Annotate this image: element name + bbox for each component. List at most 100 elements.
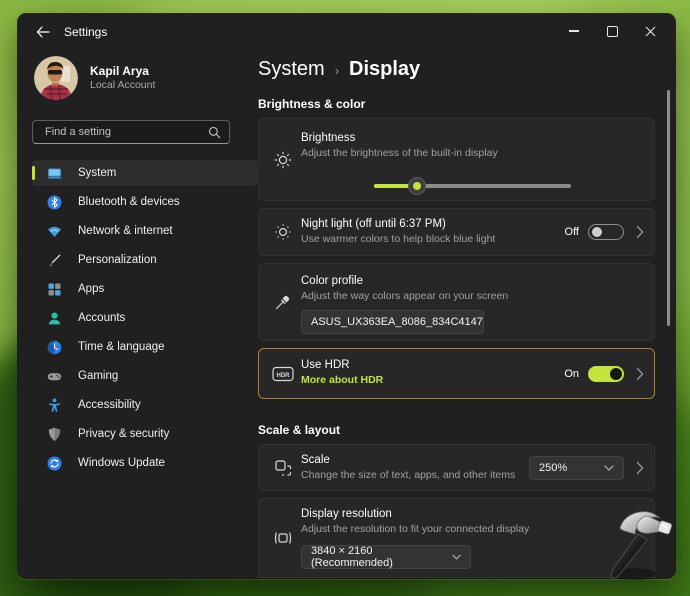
- hdr-icon: HDR: [272, 363, 294, 385]
- user-profile[interactable]: Kapil Arya Local Account: [34, 55, 254, 101]
- search-box[interactable]: [32, 120, 230, 144]
- svg-text:HDR: HDR: [277, 372, 291, 378]
- windows-update-icon: [46, 455, 63, 472]
- color-profile-dropdown[interactable]: ASUS_UX363EA_8086_834C4147: [301, 310, 484, 334]
- page-title: Display: [349, 58, 420, 81]
- brightness-subtitle: Adjust the brightness of the built-in di…: [301, 147, 498, 159]
- night-light-icon: [272, 221, 294, 243]
- breadcrumb-separator-icon: ›: [335, 61, 339, 78]
- close-button[interactable]: [631, 16, 669, 46]
- minimize-icon: [569, 30, 579, 32]
- scale-controls: 250%: [529, 456, 644, 480]
- sidebar-item-gaming[interactable]: Gaming: [32, 363, 258, 389]
- close-icon: [645, 26, 656, 37]
- sidebar-item-apps[interactable]: Apps: [32, 276, 258, 302]
- display-resolution-subtitle: Adjust the resolution to fit your connec…: [301, 523, 529, 535]
- sidebar-item-accounts[interactable]: Accounts: [32, 305, 258, 331]
- privacy-icon: [46, 426, 63, 443]
- back-button[interactable]: [30, 19, 56, 45]
- use-hdr-toggle-label: On: [564, 368, 579, 380]
- avatar: [34, 56, 78, 100]
- sidebar-item-label: Windows Update: [78, 457, 165, 469]
- brightness-title: Brightness: [301, 132, 355, 144]
- night-light-controls: Off: [565, 224, 644, 240]
- brightness-icon: [272, 149, 294, 171]
- display-resolution-card: Display resolution Adjust the resolution…: [258, 498, 655, 578]
- chevron-down-icon: [452, 554, 461, 560]
- sidebar-item-label: Accessibility: [78, 399, 141, 411]
- use-hdr-card[interactable]: HDR Use HDR More about HDR On: [258, 348, 655, 399]
- settings-window: Settings: [18, 14, 675, 578]
- sidebar-item-network-internet[interactable]: Network & internet: [32, 218, 258, 244]
- brightness-slider[interactable]: [374, 177, 571, 195]
- sidebar-item-label: Network & internet: [78, 225, 173, 237]
- toggle-knob: [610, 368, 622, 380]
- sidebar-item-accessibility[interactable]: Accessibility: [32, 392, 258, 418]
- color-profile-icon: [272, 291, 294, 313]
- color-profile-subtitle: Adjust the way colors appear on your scr…: [301, 290, 508, 302]
- sidebar-item-bluetooth-devices[interactable]: Bluetooth & devices: [32, 189, 258, 215]
- app-title: Settings: [64, 25, 107, 39]
- chevron-right-icon[interactable]: [633, 367, 644, 381]
- search-input[interactable]: [43, 125, 208, 139]
- display-resolution-dropdown[interactable]: 3840 × 2160 (Recommended): [301, 545, 471, 569]
- color-profile-card: Color profile Adjust the way colors appe…: [258, 263, 655, 341]
- brightness-card: Brightness Adjust the brightness of the …: [258, 118, 655, 201]
- gaming-icon: [46, 368, 63, 385]
- sidebar-item-label: Bluetooth & devices: [78, 196, 180, 208]
- night-light-toggle-label: Off: [565, 226, 579, 238]
- color-profile-title: Color profile: [301, 275, 363, 287]
- apps-icon: [46, 281, 63, 298]
- sidebar-item-time-language[interactable]: Time & language: [32, 334, 258, 360]
- display-resolution-icon: [272, 527, 294, 549]
- section-heading-scale-layout: Scale & layout: [258, 423, 340, 437]
- night-light-toggle[interactable]: [588, 224, 624, 240]
- chevron-right-icon[interactable]: [633, 225, 644, 239]
- desktop-wallpaper: Settings: [0, 0, 690, 596]
- search-icon: [208, 126, 221, 139]
- profile-account-type: Local Account: [90, 79, 155, 92]
- brightness-slider-thumb[interactable]: [408, 177, 426, 195]
- scale-dropdown[interactable]: 250%: [529, 456, 624, 480]
- system-icon: [46, 165, 63, 182]
- use-hdr-toggle[interactable]: [588, 366, 624, 382]
- accounts-icon: [46, 310, 63, 327]
- scrollbar[interactable]: [667, 90, 670, 326]
- sidebar-item-label: Privacy & security: [78, 428, 169, 440]
- sidebar-item-personalization[interactable]: Personalization: [32, 247, 258, 273]
- breadcrumb-parent[interactable]: System: [258, 58, 325, 81]
- titlebar: Settings: [18, 14, 675, 50]
- sidebar-item-system[interactable]: System: [32, 160, 258, 186]
- scale-title: Scale: [301, 454, 330, 466]
- sidebar-item-windows-update[interactable]: Windows Update: [32, 450, 258, 476]
- chevron-right-icon[interactable]: [633, 461, 644, 475]
- toggle-knob: [592, 227, 602, 237]
- time-language-icon: [46, 339, 63, 356]
- maximize-button[interactable]: [593, 16, 631, 46]
- sidebar-item-label: Apps: [78, 283, 104, 295]
- scale-dropdown-value: 250%: [539, 462, 567, 474]
- sidebar-item-label: Time & language: [78, 341, 165, 353]
- color-profile-dropdown-value: ASUS_UX363EA_8086_834C4147: [311, 316, 483, 328]
- use-hdr-controls: On: [564, 366, 644, 382]
- profile-name: Kapil Arya: [90, 64, 155, 79]
- scale-icon: [272, 457, 294, 479]
- back-arrow-icon: [35, 25, 51, 39]
- minimize-button[interactable]: [555, 16, 593, 46]
- scale-card[interactable]: Scale Change the size of text, apps, and…: [258, 444, 655, 491]
- accessibility-icon: [46, 397, 63, 414]
- sidebar-item-label: Accounts: [78, 312, 125, 324]
- more-about-hdr-link[interactable]: More about HDR: [301, 374, 383, 386]
- maximize-icon: [607, 26, 618, 37]
- bluetooth-icon: [46, 194, 63, 211]
- sidebar-item-privacy-security[interactable]: Privacy & security: [32, 421, 258, 447]
- chevron-down-icon: [604, 465, 614, 471]
- display-resolution-dropdown-value: 3840 × 2160 (Recommended): [311, 545, 444, 569]
- use-hdr-title: Use HDR: [301, 359, 350, 371]
- sidebar-item-label: Gaming: [78, 370, 118, 382]
- window-controls: [555, 16, 669, 46]
- night-light-title: Night light (off until 6:37 PM): [301, 218, 446, 230]
- sidebar-item-label: Personalization: [78, 254, 157, 266]
- night-light-card[interactable]: Night light (off until 6:37 PM) Use warm…: [258, 208, 655, 256]
- section-heading-brightness-color: Brightness & color: [258, 97, 365, 111]
